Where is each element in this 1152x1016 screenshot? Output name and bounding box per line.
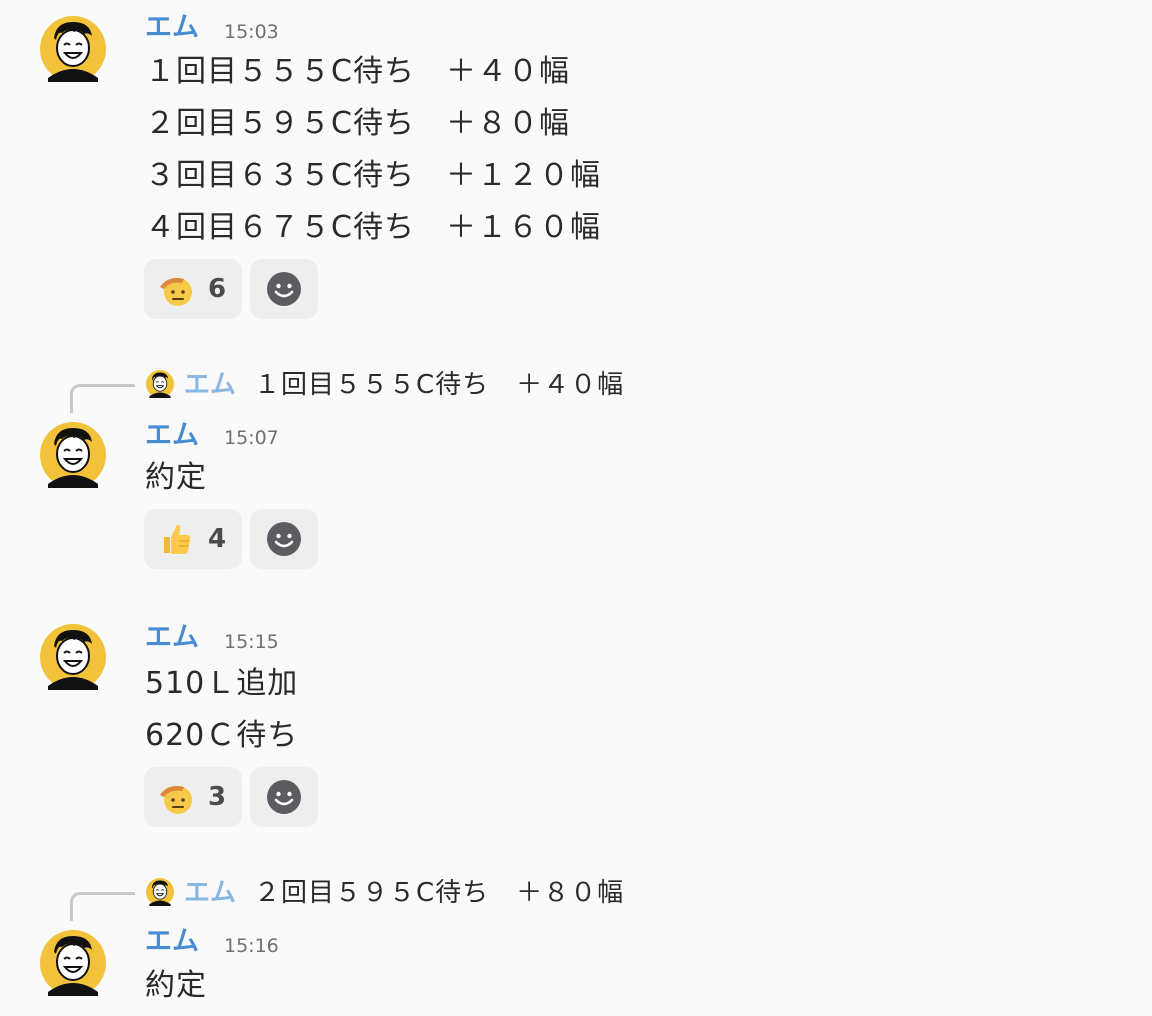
author-name[interactable]: エム [145, 622, 199, 654]
reply-connector [70, 384, 135, 413]
message: エム １回目５５５C待ち ＋４０幅 エム 15:07 約定 4 [0, 368, 1152, 578]
reply-author: エム [184, 878, 237, 908]
message: エム 15:03 １回目５５５C待ち ＋４０幅 ２回目５９５C待ち ＋８０幅 ３… [0, 0, 1152, 330]
avatar[interactable] [40, 930, 106, 996]
reaction-count: 3 [208, 782, 227, 812]
message: エム 15:15 510Ｌ追加 620Ｃ待ち 3 [0, 618, 1152, 838]
message-line: ４回目６７５C待ち ＋１６０幅 [145, 210, 601, 245]
message-line: 約定 [145, 460, 207, 495]
reply-text: ２回目５９５C待ち ＋８０幅 [254, 878, 625, 908]
message-line: ３回目６３５C待ち ＋１２０幅 [145, 158, 601, 193]
add-reaction-button[interactable] [250, 509, 318, 569]
reply-avatar [146, 878, 174, 906]
reaction-count: 6 [208, 274, 227, 304]
message: エム ２回目５９５C待ち ＋８０幅 エム 15:16 約定 [0, 876, 1152, 1016]
reply-author: エム [184, 370, 237, 400]
smiley-icon [266, 521, 302, 557]
smiley-icon [266, 271, 302, 307]
message-line: 約定 [145, 968, 207, 1003]
reaction-salute[interactable]: 3 [144, 767, 242, 827]
author-name[interactable]: エム [145, 926, 199, 958]
reply-preview[interactable]: エム ２回目５９５C待ち ＋８０幅 [0, 876, 1152, 921]
thumbs-up-icon [158, 521, 194, 557]
message-line: 510Ｌ追加 [145, 666, 299, 701]
reply-text: １回目５５５C待ち ＋４０幅 [254, 370, 625, 400]
avatar[interactable] [40, 16, 106, 82]
avatar[interactable] [40, 422, 106, 488]
message-line: 620Ｃ待ち [145, 718, 299, 753]
avatar[interactable] [40, 624, 106, 690]
saluting-face-icon [158, 271, 194, 307]
message-line: １回目５５５C待ち ＋４０幅 [145, 54, 570, 89]
reply-preview[interactable]: エム １回目５５５C待ち ＋４０幅 [0, 368, 1152, 413]
saluting-face-icon [158, 779, 194, 815]
author-name[interactable]: エム [145, 12, 199, 44]
reaction-count: 4 [208, 524, 227, 554]
add-reaction-button[interactable] [250, 767, 318, 827]
timestamp: 15:07 [224, 427, 279, 449]
timestamp: 15:16 [224, 935, 279, 957]
timestamp: 15:03 [224, 21, 279, 43]
reply-connector [70, 892, 135, 921]
smiley-icon [266, 779, 302, 815]
reaction-thumbs-up[interactable]: 4 [144, 509, 242, 569]
reply-avatar [146, 370, 174, 398]
timestamp: 15:15 [224, 631, 279, 653]
reaction-salute[interactable]: 6 [144, 259, 242, 319]
message-line: ２回目５９５C待ち ＋８０幅 [145, 106, 570, 141]
add-reaction-button[interactable] [250, 259, 318, 319]
author-name[interactable]: エム [145, 420, 199, 452]
